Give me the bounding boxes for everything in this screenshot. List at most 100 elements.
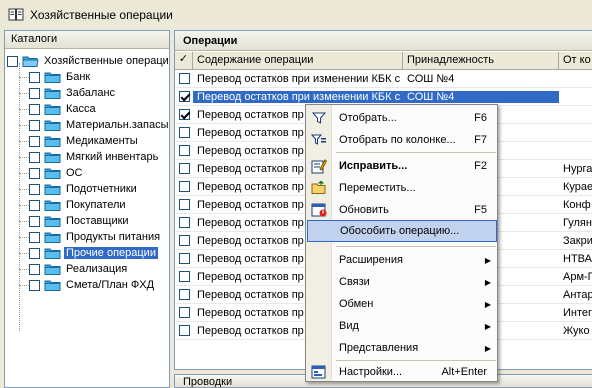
row-checkbox[interactable] xyxy=(178,91,190,102)
tree-item[interactable]: Прочие операции xyxy=(5,245,169,261)
tree-checkbox[interactable] xyxy=(29,119,40,131)
column-header-check[interactable]: ✓ xyxy=(175,52,193,69)
column-header-content[interactable]: Содержание операции xyxy=(193,52,403,69)
row-checkbox[interactable] xyxy=(178,127,190,138)
menu-item-edit[interactable]: Исправить... F2 xyxy=(307,155,497,177)
cell-from: Жуко xyxy=(563,324,590,337)
row-checkbox[interactable] xyxy=(178,109,190,120)
tree-checkbox[interactable] xyxy=(29,215,40,227)
tree-item-label: Продукты питания xyxy=(66,231,161,243)
tree-item[interactable]: Медикаменты xyxy=(5,133,169,149)
row-checkbox[interactable] xyxy=(178,325,190,336)
tree-item[interactable]: Мягкий инвентарь xyxy=(5,149,169,165)
cell-from: Интег xyxy=(563,306,592,319)
row-checkbox[interactable] xyxy=(178,73,190,84)
tree-checkbox[interactable] xyxy=(29,247,40,259)
tree-item[interactable]: Забаланс xyxy=(5,85,169,101)
tree-item-label: Медикаменты xyxy=(66,135,138,147)
cell-content: Перевод остатков при изменении КБК с 0 xyxy=(197,72,403,85)
cell-from: НТВА xyxy=(563,252,592,265)
folder-open-icon xyxy=(22,55,39,67)
folder-icon xyxy=(44,183,61,195)
folder-icon xyxy=(44,151,61,163)
table-row[interactable]: Перевод остатков при изменении КБК с 0 СО… xyxy=(175,70,592,88)
row-checkbox[interactable] xyxy=(178,235,190,246)
submenu-arrow-icon: ▶ xyxy=(484,255,491,265)
tree-item[interactable]: ОС xyxy=(5,165,169,181)
tree-root[interactable]: Хозяйственные операции xyxy=(5,53,169,69)
row-checkbox[interactable] xyxy=(178,145,190,156)
menu-item-refresh[interactable]: Обновить F5 xyxy=(307,199,497,221)
tree-checkbox[interactable] xyxy=(29,151,40,163)
tree-checkbox[interactable] xyxy=(7,55,18,67)
tree-item-label: Поставщики xyxy=(66,215,129,227)
filter-icon xyxy=(307,107,331,129)
menu-item-presentations[interactable]: Представления ▶ xyxy=(307,337,497,359)
folder-icon xyxy=(44,87,61,99)
tree-checkbox[interactable] xyxy=(29,135,40,147)
menu-item-extensions[interactable]: Расширения ▶ xyxy=(307,249,497,271)
tree-item[interactable]: Подотчетники xyxy=(5,181,169,197)
tree-item-label: Реализация xyxy=(66,263,128,275)
column-header-from[interactable]: От ко xyxy=(559,52,592,69)
row-checkbox[interactable] xyxy=(178,271,190,282)
tree-checkbox[interactable] xyxy=(29,87,40,99)
column-header-owner[interactable]: Принадлежность xyxy=(403,52,559,69)
tree-item[interactable]: Продукты питания xyxy=(5,229,169,245)
row-checkbox[interactable] xyxy=(178,163,190,174)
tree-checkbox[interactable] xyxy=(29,199,40,211)
cell-from: Антар xyxy=(563,288,592,301)
tree-item-label: Банк xyxy=(66,71,91,83)
tree-checkbox[interactable] xyxy=(29,231,40,243)
folder-icon xyxy=(44,135,61,147)
cell-from: Нурга xyxy=(563,162,592,175)
title-bar: Хозяйственные операции xyxy=(0,0,592,30)
tree-item[interactable]: Смета/План ФХД xyxy=(5,277,169,293)
menu-item-move[interactable]: Переместить... xyxy=(307,177,497,199)
cell-from: Курае xyxy=(563,180,592,193)
menu-item-isolate-operation[interactable]: Обособить операцию... xyxy=(307,220,497,242)
tree-item[interactable]: Покупатели xyxy=(5,197,169,213)
menu-item-settings[interactable]: Настройки... Alt+Enter xyxy=(307,361,497,383)
move-icon xyxy=(307,177,331,199)
tree-item-label: Касса xyxy=(66,103,96,115)
postings-header: Проводки xyxy=(183,376,233,388)
tree-checkbox[interactable] xyxy=(29,183,40,195)
tree-item[interactable]: Материальн.запасы xyxy=(5,117,169,133)
catalog-tree[interactable]: Хозяйственные операции Банк Забаланс Касса… xyxy=(5,49,169,331)
cell-owner: СОШ №4 xyxy=(403,90,559,103)
tree-item[interactable]: Банк xyxy=(5,69,169,85)
folder-icon xyxy=(44,231,61,243)
menu-item-exchange[interactable]: Обмен ▶ xyxy=(307,293,497,315)
tree-item[interactable]: Касса xyxy=(5,101,169,117)
tree-checkbox[interactable] xyxy=(29,103,40,115)
cell-content: Перевод остатков при изменении КБК с 0 xyxy=(193,90,403,103)
folder-icon xyxy=(44,263,61,275)
menu-item-links[interactable]: Связи ▶ xyxy=(307,271,497,293)
row-checkbox[interactable] xyxy=(178,181,190,192)
tree-checkbox[interactable] xyxy=(29,71,40,83)
tree-checkbox[interactable] xyxy=(29,279,40,291)
row-checkbox[interactable] xyxy=(178,199,190,210)
tree-item-label: Материальн.запасы xyxy=(66,119,169,131)
cell-from: Арм-Г xyxy=(563,270,592,283)
tree-item[interactable]: Поставщики xyxy=(5,213,169,229)
row-checkbox[interactable] xyxy=(178,307,190,318)
menu-item-view[interactable]: Вид ▶ xyxy=(307,315,497,337)
folder-icon xyxy=(44,167,61,179)
tree-checkbox[interactable] xyxy=(29,167,40,179)
tree-checkbox[interactable] xyxy=(29,263,40,275)
folder-icon xyxy=(44,103,61,115)
row-checkbox[interactable] xyxy=(178,289,190,300)
menu-item-filter[interactable]: Отобрать... F6 xyxy=(307,107,497,129)
context-menu[interactable]: Отобрать... F6 Отобрать по колонке... F7… xyxy=(305,104,498,382)
row-checkbox[interactable] xyxy=(178,253,190,264)
tree-item-label: Прочие операции xyxy=(64,247,158,259)
row-checkbox[interactable] xyxy=(178,217,190,228)
tree-item[interactable]: Реализация xyxy=(5,261,169,277)
tree-item-label: Подотчетники xyxy=(66,183,137,195)
cell-from: Конф xyxy=(563,198,591,211)
menu-item-filter-by-column[interactable]: Отобрать по колонке... F7 xyxy=(307,129,497,151)
window-title: Хозяйственные операции xyxy=(30,8,173,22)
cell-owner: СОШ №4 xyxy=(407,72,455,85)
